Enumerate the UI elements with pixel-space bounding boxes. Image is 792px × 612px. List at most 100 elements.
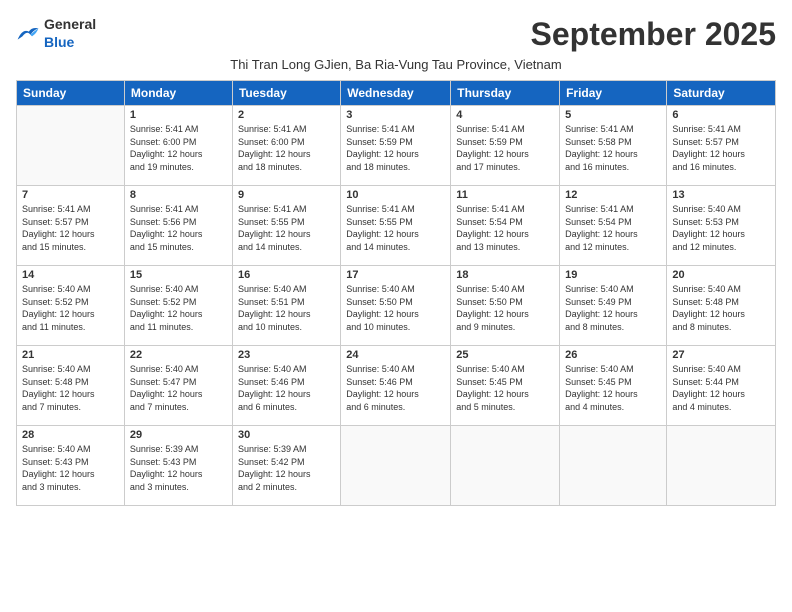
logo-text: General Blue — [44, 16, 96, 52]
day-number: 6 — [672, 109, 770, 121]
table-cell: 18 Sunrise: 5:40 AM Sunset: 5:50 PM Dayli… — [451, 266, 560, 346]
logo-blue: Blue — [44, 34, 74, 50]
table-cell — [341, 426, 451, 506]
table-cell: 8 Sunrise: 5:41 AM Sunset: 5:56 PM Daylig… — [124, 186, 232, 266]
day-info: Sunrise: 5:40 AM Sunset: 5:48 PM Dayligh… — [22, 363, 119, 413]
day-number: 19 — [565, 269, 661, 281]
day-info: Sunrise: 5:40 AM Sunset: 5:52 PM Dayligh… — [130, 283, 227, 333]
day-info: Sunrise: 5:41 AM Sunset: 5:58 PM Dayligh… — [565, 123, 661, 173]
header-thursday: Thursday — [451, 81, 560, 106]
day-info: Sunrise: 5:40 AM Sunset: 5:50 PM Dayligh… — [346, 283, 445, 333]
day-info: Sunrise: 5:40 AM Sunset: 5:53 PM Dayligh… — [672, 203, 770, 253]
day-number: 1 — [130, 109, 227, 121]
table-cell: 28Sunrise: 5:40 AM Sunset: 5:43 PM Dayli… — [17, 426, 125, 506]
calendar-subtitle: Thi Tran Long GJien, Ba Ria-Vung Tau Pro… — [16, 57, 776, 72]
header-monday: Monday — [124, 81, 232, 106]
table-cell: 2 Sunrise: 5:41 AM Sunset: 6:00 PM Daylig… — [232, 106, 340, 186]
week-row-3: 14 Sunrise: 5:40 AM Sunset: 5:52 PM Dayli… — [17, 266, 776, 346]
table-cell: 24 Sunrise: 5:40 AM Sunset: 5:46 PM Dayli… — [341, 346, 451, 426]
day-info: Sunrise: 5:40 AM Sunset: 5:48 PM Dayligh… — [672, 283, 770, 333]
table-cell: 20 Sunrise: 5:40 AM Sunset: 5:48 PM Dayli… — [667, 266, 776, 346]
day-number: 29 — [130, 429, 227, 441]
day-info: Sunrise: 5:40 AM Sunset: 5:50 PM Dayligh… — [456, 283, 554, 333]
day-number: 14 — [22, 269, 119, 281]
table-cell: 23Sunrise: 5:40 AM Sunset: 5:46 PM Dayli… — [232, 346, 340, 426]
day-info: Sunrise: 5:39 AM Sunset: 5:43 PM Dayligh… — [130, 443, 227, 493]
day-info: Sunrise: 5:41 AM Sunset: 5:59 PM Dayligh… — [456, 123, 554, 173]
day-info: Sunrise: 5:41 AM Sunset: 5:55 PM Dayligh… — [238, 203, 335, 253]
table-cell — [560, 426, 667, 506]
table-cell: 12Sunrise: 5:41 AM Sunset: 5:54 PM Dayli… — [560, 186, 667, 266]
day-info: Sunrise: 5:40 AM Sunset: 5:52 PM Dayligh… — [22, 283, 119, 333]
header-friday: Friday — [560, 81, 667, 106]
day-number: 17 — [346, 269, 445, 281]
day-number: 21 — [22, 349, 119, 361]
day-info: Sunrise: 5:40 AM Sunset: 5:51 PM Dayligh… — [238, 283, 335, 333]
day-number: 24 — [346, 349, 445, 361]
logo-general: General — [44, 16, 96, 32]
day-number: 30 — [238, 429, 335, 441]
week-row-2: 7 Sunrise: 5:41 AM Sunset: 5:57 PM Daylig… — [17, 186, 776, 266]
day-number: 25 — [456, 349, 554, 361]
table-cell: 9 Sunrise: 5:41 AM Sunset: 5:55 PM Daylig… — [232, 186, 340, 266]
day-info: Sunrise: 5:41 AM Sunset: 6:00 PM Dayligh… — [130, 123, 227, 173]
week-row-4: 21 Sunrise: 5:40 AM Sunset: 5:48 PM Dayli… — [17, 346, 776, 426]
day-number: 22 — [130, 349, 227, 361]
header-sunday: Sunday — [17, 81, 125, 106]
table-cell: 22 Sunrise: 5:40 AM Sunset: 5:47 PM Dayli… — [124, 346, 232, 426]
day-number: 16 — [238, 269, 335, 281]
day-info: Sunrise: 5:40 AM Sunset: 5:45 PM Dayligh… — [456, 363, 554, 413]
table-cell: 5Sunrise: 5:41 AM Sunset: 5:58 PM Daylig… — [560, 106, 667, 186]
day-number: 20 — [672, 269, 770, 281]
day-info: Sunrise: 5:41 AM Sunset: 5:59 PM Dayligh… — [346, 123, 445, 173]
day-number: 10 — [346, 189, 445, 201]
day-info: Sunrise: 5:41 AM Sunset: 5:56 PM Dayligh… — [130, 203, 227, 253]
day-number: 15 — [130, 269, 227, 281]
day-number: 3 — [346, 109, 445, 121]
header-wednesday: Wednesday — [341, 81, 451, 106]
table-cell: 17 Sunrise: 5:40 AM Sunset: 5:50 PM Dayli… — [341, 266, 451, 346]
weekday-header-row: Sunday Monday Tuesday Wednesday Thursday… — [17, 81, 776, 106]
day-info: Sunrise: 5:41 AM Sunset: 6:00 PM Dayligh… — [238, 123, 335, 173]
day-number: 8 — [130, 189, 227, 201]
table-cell: 7 Sunrise: 5:41 AM Sunset: 5:57 PM Daylig… — [17, 186, 125, 266]
day-number: 9 — [238, 189, 335, 201]
day-info: Sunrise: 5:40 AM Sunset: 5:46 PM Dayligh… — [238, 363, 335, 413]
day-number: 4 — [456, 109, 554, 121]
day-info: Sunrise: 5:39 AM Sunset: 5:42 PM Dayligh… — [238, 443, 335, 493]
table-cell: 11 Sunrise: 5:41 AM Sunset: 5:54 PM Dayli… — [451, 186, 560, 266]
logo: General Blue — [16, 16, 96, 52]
day-info: Sunrise: 5:40 AM Sunset: 5:47 PM Dayligh… — [130, 363, 227, 413]
day-info: Sunrise: 5:41 AM Sunset: 5:57 PM Dayligh… — [672, 123, 770, 173]
day-number: 11 — [456, 189, 554, 201]
day-number: 26 — [565, 349, 661, 361]
day-info: Sunrise: 5:40 AM Sunset: 5:46 PM Dayligh… — [346, 363, 445, 413]
table-cell: 4 Sunrise: 5:41 AM Sunset: 5:59 PM Daylig… — [451, 106, 560, 186]
table-cell: 14 Sunrise: 5:40 AM Sunset: 5:52 PM Dayli… — [17, 266, 125, 346]
day-number: 18 — [456, 269, 554, 281]
table-cell: 6 Sunrise: 5:41 AM Sunset: 5:57 PM Daylig… — [667, 106, 776, 186]
day-number: 27 — [672, 349, 770, 361]
day-info: Sunrise: 5:41 AM Sunset: 5:57 PM Dayligh… — [22, 203, 119, 253]
table-cell: 13Sunrise: 5:40 AM Sunset: 5:53 PM Dayli… — [667, 186, 776, 266]
day-info: Sunrise: 5:41 AM Sunset: 5:54 PM Dayligh… — [565, 203, 661, 253]
calendar-table: Sunday Monday Tuesday Wednesday Thursday… — [16, 80, 776, 506]
table-cell — [17, 106, 125, 186]
day-number: 2 — [238, 109, 335, 121]
header-saturday: Saturday — [667, 81, 776, 106]
header-tuesday: Tuesday — [232, 81, 340, 106]
table-cell: 16 Sunrise: 5:40 AM Sunset: 5:51 PM Dayli… — [232, 266, 340, 346]
table-cell — [667, 426, 776, 506]
day-info: Sunrise: 5:41 AM Sunset: 5:54 PM Dayligh… — [456, 203, 554, 253]
table-cell: 19Sunrise: 5:40 AM Sunset: 5:49 PM Dayli… — [560, 266, 667, 346]
table-cell: 3 Sunrise: 5:41 AM Sunset: 5:59 PM Daylig… — [341, 106, 451, 186]
logo-bird-icon — [16, 25, 40, 43]
day-info: Sunrise: 5:40 AM Sunset: 5:44 PM Dayligh… — [672, 363, 770, 413]
day-number: 7 — [22, 189, 119, 201]
table-cell: 25 Sunrise: 5:40 AM Sunset: 5:45 PM Dayli… — [451, 346, 560, 426]
day-number: 28 — [22, 429, 119, 441]
month-title: September 2025 — [531, 16, 776, 53]
table-cell: 10 Sunrise: 5:41 AM Sunset: 5:55 PM Dayli… — [341, 186, 451, 266]
day-info: Sunrise: 5:41 AM Sunset: 5:55 PM Dayligh… — [346, 203, 445, 253]
week-row-5: 28Sunrise: 5:40 AM Sunset: 5:43 PM Dayli… — [17, 426, 776, 506]
